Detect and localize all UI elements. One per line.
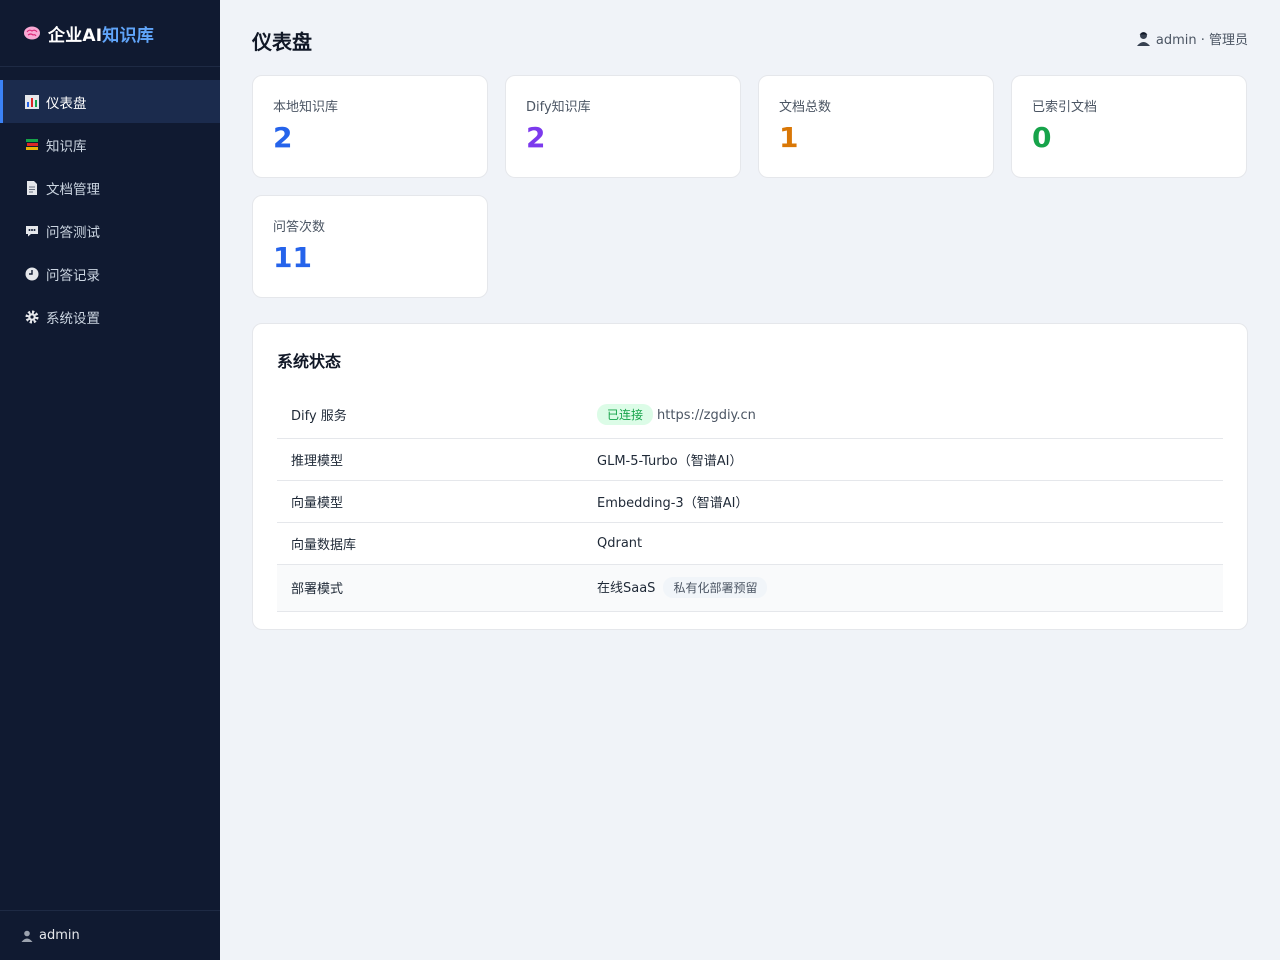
table-row: 部署模式 在线SaaS 私有化部署预留 xyxy=(277,564,1223,612)
brand[interactable]: 企业AI知识库 xyxy=(0,0,220,67)
table-row: 向量数据库 Qdrant xyxy=(277,522,1223,565)
brand-prefix: 企业AI xyxy=(48,25,103,46)
status-value: GLM-5-Turbo（智谱AI） xyxy=(583,438,1223,481)
stat-label: 问答次数 xyxy=(273,220,326,235)
stat-label: 本地知识库 xyxy=(273,100,339,115)
sidebar-item-label: 系统设置 xyxy=(46,310,100,327)
status-badge: 已连接 xyxy=(597,404,654,426)
sidebar-item-knowledge-base[interactable]: 知识库 xyxy=(0,123,220,166)
status-key: 向量数据库 xyxy=(277,522,583,565)
sidebar-item-settings[interactable]: 系统设置 xyxy=(0,295,220,338)
sidebar-item-label: 问答测试 xyxy=(46,224,100,241)
system-status-card: 系统状态 Dify 服务 已连接 https://zgdiy.cn 推理模型 GL… xyxy=(252,323,1248,630)
status-value: 已连接 https://zgdiy.cn xyxy=(583,392,1223,439)
table-row: 向量模型 Embedding-3（智谱AI） xyxy=(277,480,1223,523)
stat-label: 已索引文档 xyxy=(1032,100,1098,115)
stat-value: 11 xyxy=(273,241,312,274)
stat-card-indexed-docs: 已索引文档 0 xyxy=(1011,75,1247,178)
sidebar-item-label: 问答记录 xyxy=(46,267,100,284)
footer-username: admin xyxy=(39,928,80,943)
user-icon xyxy=(20,929,34,943)
gear-icon xyxy=(24,309,40,325)
stat-card-qa-count: 问答次数 11 xyxy=(252,195,488,298)
sidebar: 企业AI知识库 仪表盘 知识库 文档管理 问答测试 问答记录 系统设置 admi… xyxy=(0,0,220,960)
main-content: 仪表盘 admin · 管理员 本地知识库 2 Dify知识库 2 文档总数 1… xyxy=(220,0,1280,960)
stat-value: 0 xyxy=(1032,121,1052,154)
sidebar-item-label: 仪表盘 xyxy=(46,95,87,112)
deploy-tag: 私有化部署预留 xyxy=(663,577,768,598)
user-info[interactable]: admin · 管理员 xyxy=(1136,29,1248,48)
books-icon xyxy=(24,137,40,153)
sidebar-nav: 仪表盘 知识库 文档管理 问答测试 问答记录 系统设置 xyxy=(0,67,220,338)
document-icon xyxy=(24,180,40,196)
deploy-mode-value: 在线SaaS xyxy=(597,581,656,596)
dify-url[interactable]: https://zgdiy.cn xyxy=(657,408,756,423)
system-status-title: 系统状态 xyxy=(277,352,342,371)
chat-icon xyxy=(24,223,40,239)
status-value: 在线SaaS 私有化部署预留 xyxy=(583,564,1223,612)
status-key: Dify 服务 xyxy=(277,392,583,439)
sidebar-item-documents[interactable]: 文档管理 xyxy=(0,166,220,209)
status-value: Embedding-3（智谱AI） xyxy=(583,480,1223,523)
sidebar-item-label: 知识库 xyxy=(46,138,87,155)
stat-card-dify-kb: Dify知识库 2 xyxy=(505,75,741,178)
user-role-text: admin · 管理员 xyxy=(1155,33,1248,48)
stat-value: 2 xyxy=(273,121,293,154)
stat-card-total-docs: 文档总数 1 xyxy=(758,75,994,178)
stat-value: 1 xyxy=(779,121,799,154)
table-row: 推理模型 GLM-5-Turbo（智谱AI） xyxy=(277,438,1223,481)
stat-label: 文档总数 xyxy=(779,100,832,115)
clock-icon xyxy=(24,266,40,282)
user-icon xyxy=(1136,31,1152,47)
brand-title: 企业AI知识库 xyxy=(48,21,154,46)
bar-chart-icon xyxy=(24,94,40,110)
page-title: 仪表盘 xyxy=(252,30,312,54)
status-key: 部署模式 xyxy=(277,564,583,612)
stat-label: Dify知识库 xyxy=(526,100,591,115)
status-key: 推理模型 xyxy=(277,438,583,481)
table-row: Dify 服务 已连接 https://zgdiy.cn xyxy=(277,392,1223,439)
status-key: 向量模型 xyxy=(277,480,583,523)
brain-icon xyxy=(22,23,42,43)
sidebar-item-label: 文档管理 xyxy=(46,181,100,198)
stat-card-local-kb: 本地知识库 2 xyxy=(252,75,488,178)
sidebar-footer-user[interactable]: admin xyxy=(0,910,220,960)
status-value: Qdrant xyxy=(583,522,1223,565)
brand-accent: 知识库 xyxy=(102,25,154,46)
sidebar-item-qa-test[interactable]: 问答测试 xyxy=(0,209,220,252)
sidebar-item-dashboard[interactable]: 仪表盘 xyxy=(0,80,220,123)
sidebar-item-qa-history[interactable]: 问答记录 xyxy=(0,252,220,295)
stat-value: 2 xyxy=(526,121,546,154)
system-status-table: Dify 服务 已连接 https://zgdiy.cn 推理模型 GLM-5-T… xyxy=(277,392,1223,612)
